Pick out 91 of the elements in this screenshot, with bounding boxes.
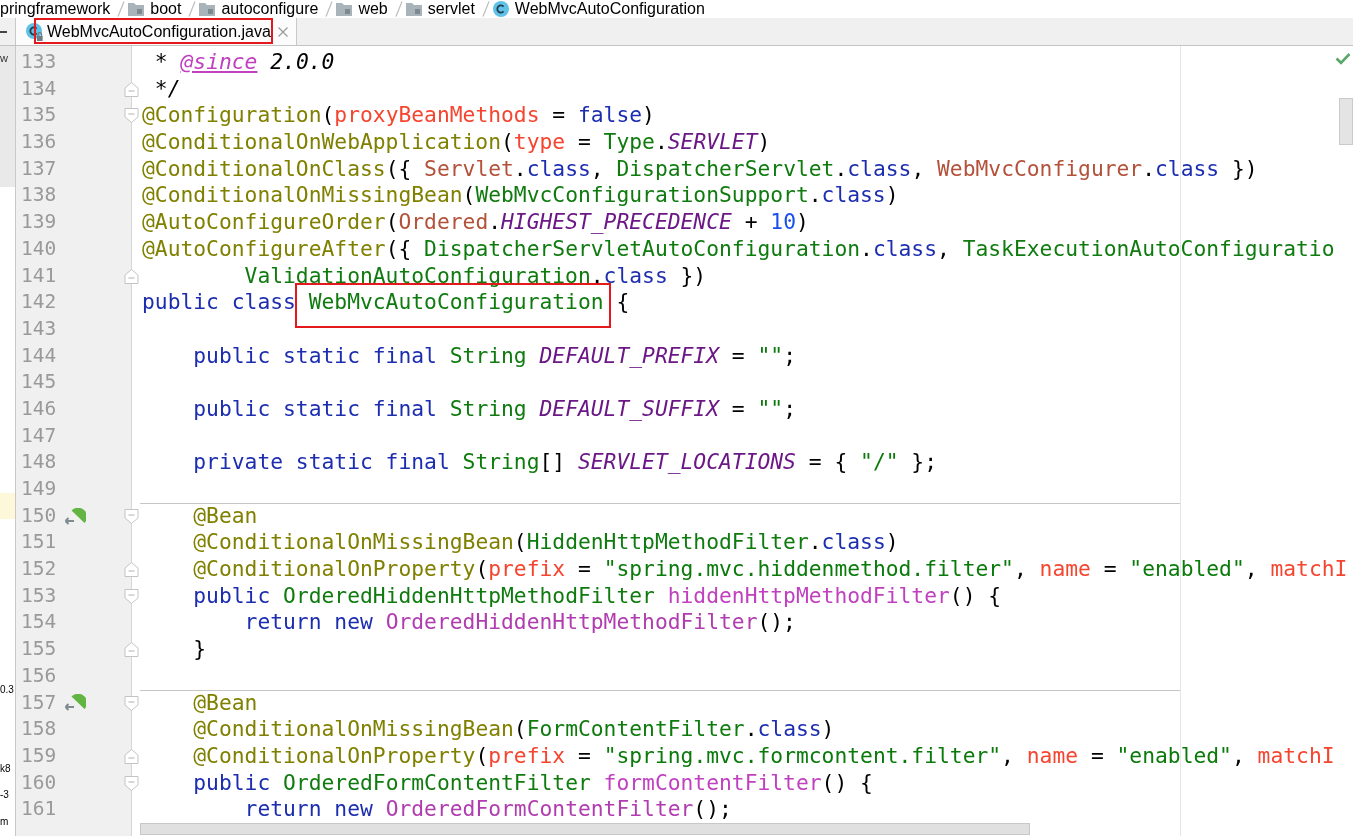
code-line: @Configuration(proxyBeanMethods = false)	[142, 102, 655, 130]
breadcrumb-item[interactable]: pringframework	[0, 0, 111, 18]
line-number: 156	[20, 662, 58, 689]
line-number: 149	[20, 476, 58, 502]
line-number: 159	[20, 742, 58, 769]
line-number: 160	[20, 769, 58, 796]
fold-icon[interactable]	[124, 775, 139, 791]
folder-icon	[405, 2, 422, 16]
folder-icon	[128, 2, 145, 16]
code-line: @Bean	[193, 689, 258, 717]
line-number: 155	[20, 636, 58, 663]
breadcrumb-item[interactable]: WebMvcAutoConfiguration	[514, 0, 705, 18]
slash-icon	[117, 1, 126, 17]
tree-item[interactable]: k8	[0, 755, 15, 783]
line-number: 150	[20, 502, 58, 529]
line-number: 151	[20, 529, 58, 556]
fold-icon[interactable]	[124, 642, 139, 658]
breadcrumb-item[interactable]: boot	[150, 0, 182, 18]
line-number: 137	[20, 155, 58, 182]
line-number: 140	[20, 235, 58, 262]
tree-item[interactable]: 0.3	[0, 677, 15, 704]
line-number: 158	[20, 716, 58, 743]
close-icon[interactable]	[277, 26, 288, 37]
code-line: @AutoConfigureOrder(Ordered.HIGHEST_PRECEDENCE + 10)	[142, 209, 809, 236]
minus-icon[interactable]	[0, 30, 7, 33]
code-line: @AutoConfigureAfter({ DispatcherServletAutoConfiguration.class, TaskExecutionAutoConfiguratio	[142, 235, 1335, 263]
code-line: @ConditionalOnMissingBean(HiddenHttpMethodFilter.class)	[193, 529, 899, 557]
c-circle-lock-icon	[26, 22, 44, 41]
leaf-arrow-icon[interactable]	[64, 507, 86, 525]
code-line: */	[154, 75, 181, 103]
line-number: 157	[20, 689, 58, 716]
line-number: 144	[20, 342, 58, 369]
line-number: 152	[20, 556, 58, 583]
code-line: }	[193, 636, 207, 663]
code-line: @ConditionalOnMissingBean(FormContentFilter.class)	[193, 716, 835, 743]
code-line: @Bean	[193, 502, 258, 530]
breadcrumb-item[interactable]: servlet	[427, 0, 475, 18]
line-number: 134	[20, 75, 58, 102]
code-line: public OrderedHiddenHttpMethodFilter hiddenHttpMethodFilter() {	[193, 582, 1002, 610]
tree-item[interactable]: -3	[0, 782, 15, 809]
tree-row[interactable]	[0, 493, 15, 520]
line-number: 154	[20, 609, 58, 636]
line-number: 135	[20, 102, 58, 129]
fold-icon[interactable]	[124, 562, 139, 578]
code-line: public OrderedFormContentFilter formContentFilter() {	[193, 769, 873, 797]
code-line: @ConditionalOnProperty(prefix = "spring.mvc.formcontent.filter", name = "enabled", matchI	[193, 742, 1335, 770]
line-number: 142	[20, 289, 58, 316]
code-line: @ConditionalOnClass({ Servlet.class, DispatcherServlet.class, WebMvcConfigurer.class })	[142, 155, 1258, 183]
fold-icon[interactable]	[124, 508, 139, 524]
line-number: 141	[20, 262, 58, 289]
fold-icon[interactable]	[124, 588, 139, 604]
line-number: 145	[20, 369, 58, 396]
scrollbar-thumb[interactable]	[1339, 98, 1353, 145]
scrollbar-thumb[interactable]	[140, 822, 1030, 835]
check-icon	[1335, 52, 1351, 65]
code-line: return new OrderedHiddenHttpMethodFilter();	[244, 609, 796, 637]
line-number: 153	[20, 582, 58, 609]
code-line: @ConditionalOnMissingBean(WebMvcConfigurationSupport.class)	[142, 182, 899, 210]
code-line: ValidationAutoConfiguration.class })	[244, 262, 707, 290]
code-line: private static final String[] SERVLET_LOCATIONS = { "/" };	[193, 449, 937, 476]
line-number: 148	[20, 449, 58, 476]
code-line: * @since 2.0.0	[154, 49, 335, 76]
code-line: @ConditionalOnProperty(prefix = "spring.mvc.hiddenmethod.filter", name = "enabled", matchI	[193, 556, 1348, 583]
line-number: 143	[20, 315, 58, 342]
code-line: @ConditionalOnWebApplication(type = Type.SERVLET)	[142, 129, 771, 156]
tree-item[interactable]: w	[0, 52, 15, 65]
line-number: 161	[20, 796, 58, 823]
breadcrumb-item[interactable]: autoconfigure	[221, 0, 319, 18]
line-number: 138	[20, 182, 58, 209]
code-line: return new OrderedFormContentFilter();	[244, 796, 732, 823]
c-circle-icon	[492, 1, 509, 17]
fold-icon[interactable]	[124, 108, 139, 124]
line-number: 133	[20, 49, 58, 75]
code-line: public static final String DEFAULT_PREFIX = "";	[193, 342, 796, 370]
fold-icon[interactable]	[124, 748, 139, 764]
folder-icon	[336, 2, 353, 16]
leaf-arrow-icon[interactable]	[64, 694, 86, 712]
line-number: 136	[20, 129, 58, 156]
tree-item[interactable]: m	[0, 808, 15, 835]
editor-tab[interactable]: WebMvcAutoConfiguration.java	[16, 18, 297, 45]
fold-icon[interactable]	[124, 81, 139, 97]
folder-icon	[199, 2, 216, 16]
code-line: public class WebMvcAutoConfiguration {	[142, 289, 630, 316]
breadcrumb-item[interactable]: web	[358, 0, 388, 18]
fold-icon[interactable]	[124, 268, 139, 284]
code-line: public static final String DEFAULT_SUFFIX = "";	[193, 395, 796, 423]
fold-icon[interactable]	[124, 695, 139, 711]
line-number: 146	[20, 395, 58, 422]
slash-icon	[188, 1, 197, 17]
line-number: 139	[20, 209, 58, 236]
line-number: 147	[20, 422, 58, 449]
